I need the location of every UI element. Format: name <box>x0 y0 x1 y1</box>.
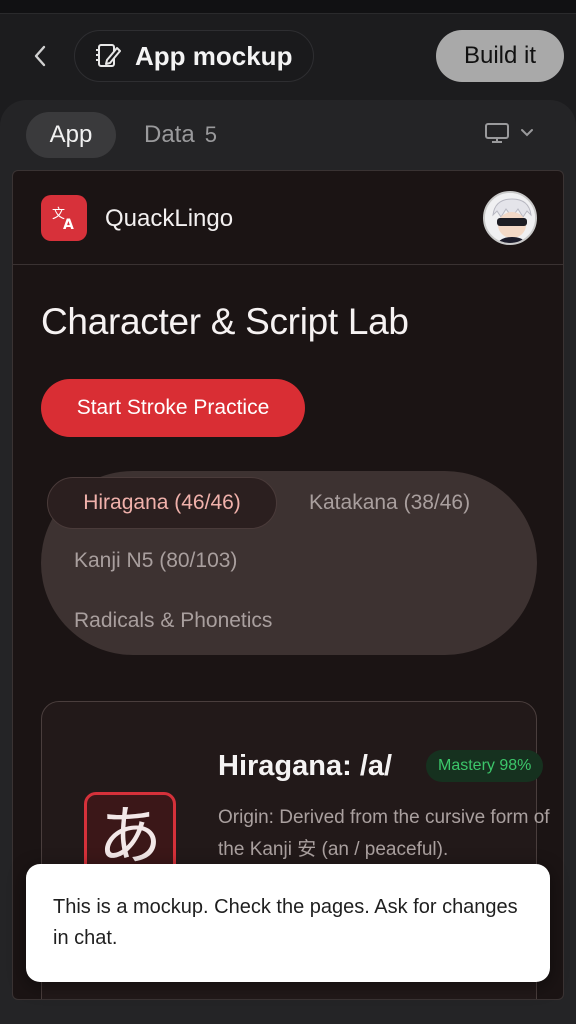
monitor-icon <box>485 123 509 143</box>
script-chip-katakana[interactable]: Katakana (38/46) <box>309 477 470 529</box>
tab-data-count: 5 <box>204 122 217 147</box>
script-chip-kanji-n5[interactable]: Kanji N5 (80/103) <box>74 535 237 587</box>
script-selector: Hiragana (46/46) Katakana (38/46) Kanji … <box>41 471 537 655</box>
chevron-left-icon <box>34 45 46 67</box>
mastery-badge: Mastery 98% <box>426 750 544 782</box>
page-title: Character & Script Lab <box>41 301 409 342</box>
device-selector[interactable] <box>484 122 534 144</box>
notebook-edit-icon <box>96 44 121 67</box>
tab-data-label: Data <box>144 121 195 148</box>
app-navbar: 文 A QuackLingo <box>13 171 563 265</box>
script-chip-radicals[interactable]: Radicals & Phonetics <box>74 595 272 647</box>
character-glyph: あ <box>98 800 162 874</box>
character-title: Hiragana: /a/ <box>218 750 393 782</box>
build-it-button[interactable]: Build it <box>436 30 564 82</box>
start-stroke-practice-button[interactable]: Start Stroke Practice <box>41 379 305 437</box>
brand-name: QuackLingo <box>105 205 234 232</box>
app-title: App mockup <box>135 40 293 71</box>
mockup-toast: This is a mockup. Check the pages. Ask f… <box>26 864 550 982</box>
top-status-strip <box>0 0 576 14</box>
translate-icon[interactable]: 文 A <box>41 195 87 241</box>
character-origin: Origin: Derived from the cursive form of… <box>218 807 550 860</box>
script-chip-hiragana[interactable]: Hiragana (46/46) <box>47 477 277 529</box>
app-title-pill[interactable]: App mockup <box>74 30 314 82</box>
chevron-down-icon <box>521 129 533 137</box>
back-button[interactable] <box>24 38 56 74</box>
tab-app[interactable]: App <box>26 112 116 158</box>
user-avatar[interactable] <box>483 191 537 245</box>
svg-text:A: A <box>63 217 74 232</box>
tab-data[interactable]: Data 5 <box>144 112 217 158</box>
